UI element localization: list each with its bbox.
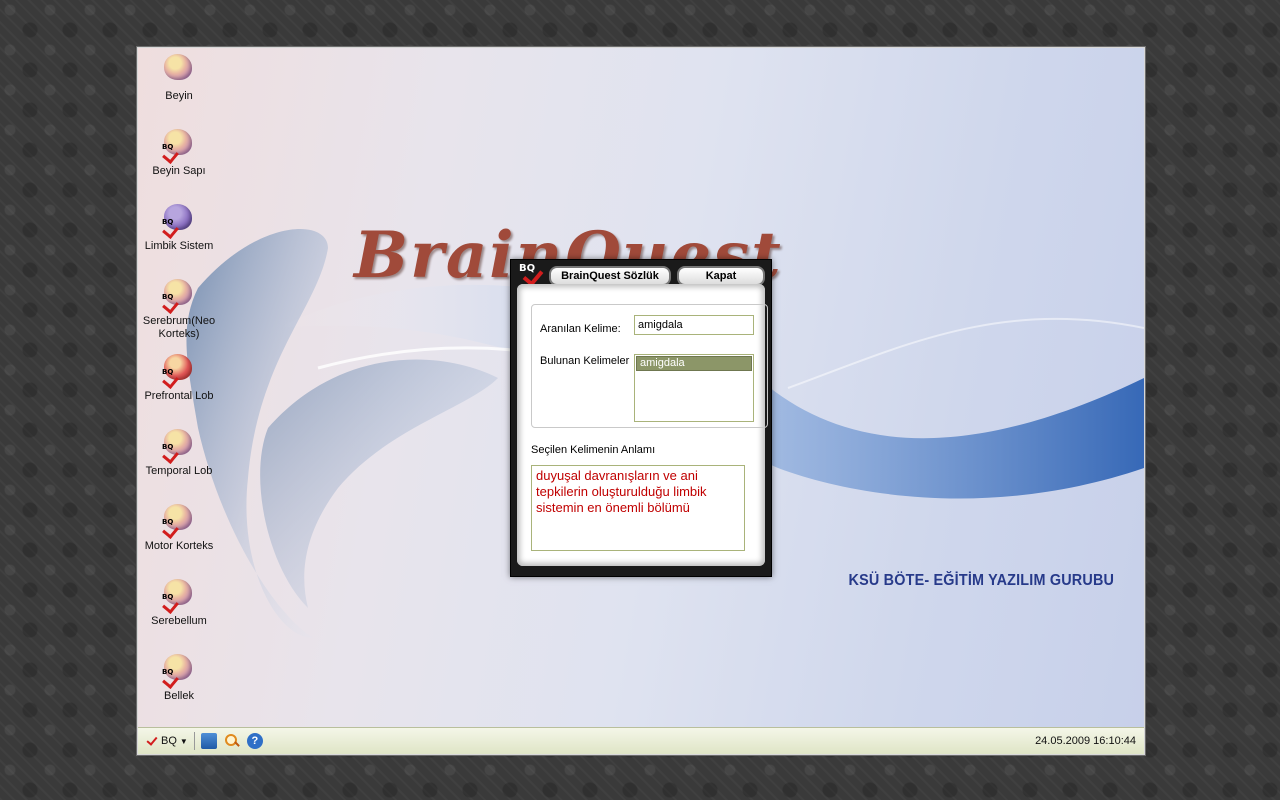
dialog-title: BrainQuest Sözlük (549, 266, 671, 286)
search-label: Aranılan Kelime: (540, 323, 621, 335)
desktop-icon-prefrontal-lob[interactable]: BQ Prefrontal Lob (139, 352, 219, 403)
desktop-icon-temporal-lob[interactable]: BQ Temporal Lob (139, 427, 219, 478)
desktop-icon-beyin-sapi[interactable]: BQ Beyin Sapı (139, 127, 219, 178)
desktop-icon-label: Serebrum(Neo Korteks) (142, 315, 216, 340)
desktop-icon-label: Temporal Lob (145, 465, 213, 477)
desktop-icon-serebrum[interactable]: BQ Serebrum(Neo Korteks) (139, 277, 219, 341)
desktop-icon-label: Beyin Sapı (152, 165, 206, 177)
brand-footer: KSÜ BÖTE- EĞİTİM YAZILIM GURUBU (848, 572, 1114, 589)
bq-start-button[interactable]: BQ ▼ (146, 734, 188, 747)
desktop-icon-limbik-sistem[interactable]: BQ Limbik Sistem (139, 202, 219, 253)
clock: 24.05.2009 16:10:44 (1035, 735, 1136, 747)
desktop-icon-beyin[interactable]: Beyin (139, 52, 219, 103)
found-words-list[interactable]: amigdala (634, 354, 754, 422)
desktop-icon-label: Beyin (165, 90, 193, 102)
desktop-icon-label: Serebellum (151, 615, 207, 627)
start-label: BQ (161, 735, 177, 747)
found-words-label: Bulunan Kelimeler (540, 355, 630, 367)
search-input[interactable] (634, 315, 754, 335)
desktop-icon-motor-korteks[interactable]: BQ Motor Korteks (139, 502, 219, 553)
chevron-down-icon: ▼ (179, 736, 188, 746)
desktop-icon-label: Bellek (164, 690, 194, 702)
bq-logo-icon (146, 734, 158, 747)
desktop-icon-label: Limbik Sistem (144, 240, 214, 252)
book-icon[interactable] (200, 733, 217, 749)
search-icon[interactable] (224, 733, 240, 749)
desktop-icon-serebellum[interactable]: BQ Serebellum (139, 577, 219, 628)
brain-icon (164, 54, 192, 80)
close-button[interactable]: Kapat (677, 266, 765, 286)
desktop-icon-label: Prefrontal Lob (144, 390, 214, 402)
meaning-textbox[interactable]: duyuşal davranışların ve ani tepkilerin … (531, 465, 745, 551)
desktop-screen: BrainQuest KSÜ BÖTE- EĞİTİM YAZILIM GURU… (137, 47, 1145, 755)
list-item[interactable]: amigdala (636, 356, 752, 371)
desktop-icon-bellek[interactable]: BQ Bellek (139, 652, 219, 703)
meaning-label: Seçilen Kelimenin Anlamı (531, 444, 656, 456)
help-icon[interactable]: ? (246, 733, 263, 749)
desktop-icon-label: Motor Korteks (144, 540, 214, 552)
taskbar-separator (193, 732, 195, 750)
taskbar: BQ ▼ ? 24.05.2009 16:10:44 (138, 727, 1144, 754)
dictionary-dialog: BQ BrainQuest Sözlük Kapat Aranılan Keli… (510, 259, 772, 577)
